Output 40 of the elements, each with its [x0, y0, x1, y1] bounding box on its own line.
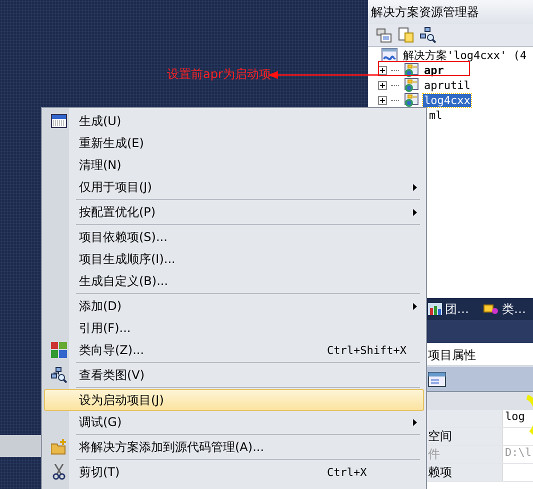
project-item[interactable]: ml [428, 109, 444, 122]
properties-icon[interactable] [376, 27, 392, 43]
expand-icon[interactable] [378, 66, 387, 75]
expand-icon[interactable] [378, 96, 387, 105]
tool-tab[interactable]: 团… [428, 300, 469, 318]
mfc-icon [51, 342, 67, 358]
menu-item[interactable]: 查看类图(V) [44, 364, 424, 386]
property-value: D:\l [502, 446, 533, 463]
menu-item[interactable]: 项目生成顺序(I)... [44, 248, 424, 270]
annotation-text: 设置前apr为启动项 [167, 66, 271, 83]
menu-item[interactable]: 重新生成(E) [44, 132, 424, 154]
menu-item[interactable]: 添加(D) [44, 295, 424, 317]
menu-item[interactable]: 生成自定义(B)... [44, 270, 424, 292]
menu-item[interactable]: 按配置优化(P) [44, 201, 424, 223]
project-icon [403, 63, 419, 78]
diagram-search-icon [51, 367, 67, 383]
menu-item[interactable]: 生成(U) [44, 110, 424, 132]
menu-item[interactable]: 清理(N) [44, 154, 424, 176]
chart-icon [428, 303, 442, 315]
property-value: log [502, 410, 533, 427]
menu-item[interactable]: 项目依赖项(S)... [44, 226, 424, 248]
project-item[interactable]: apr [423, 64, 445, 77]
scissors-icon [52, 464, 66, 480]
grid-icon [51, 114, 67, 128]
class-diagram-icon[interactable] [420, 27, 436, 43]
solution-icon [380, 48, 398, 63]
menu-item[interactable]: 设为启动项目(J) [44, 389, 424, 411]
project-icon [403, 78, 419, 93]
documents-icon[interactable] [398, 27, 414, 43]
project-item[interactable]: aprutil [423, 79, 472, 92]
expand-icon[interactable] [378, 81, 387, 90]
tool-tab[interactable]: 类… [483, 300, 526, 318]
class-view-icon [483, 303, 499, 315]
menu-item[interactable]: 仅用于项目(J) [44, 176, 424, 198]
menu-item[interactable]: 引用(F)... [44, 317, 424, 339]
folder-plus-icon [51, 439, 67, 455]
solution-item[interactable]: 解决方案'log4cxx' (4 [402, 48, 528, 63]
property-pages-icon[interactable] [428, 372, 446, 386]
project-item[interactable]: log4cxx [423, 94, 472, 107]
panel-title: 解决方案资源管理器 [368, 0, 533, 24]
